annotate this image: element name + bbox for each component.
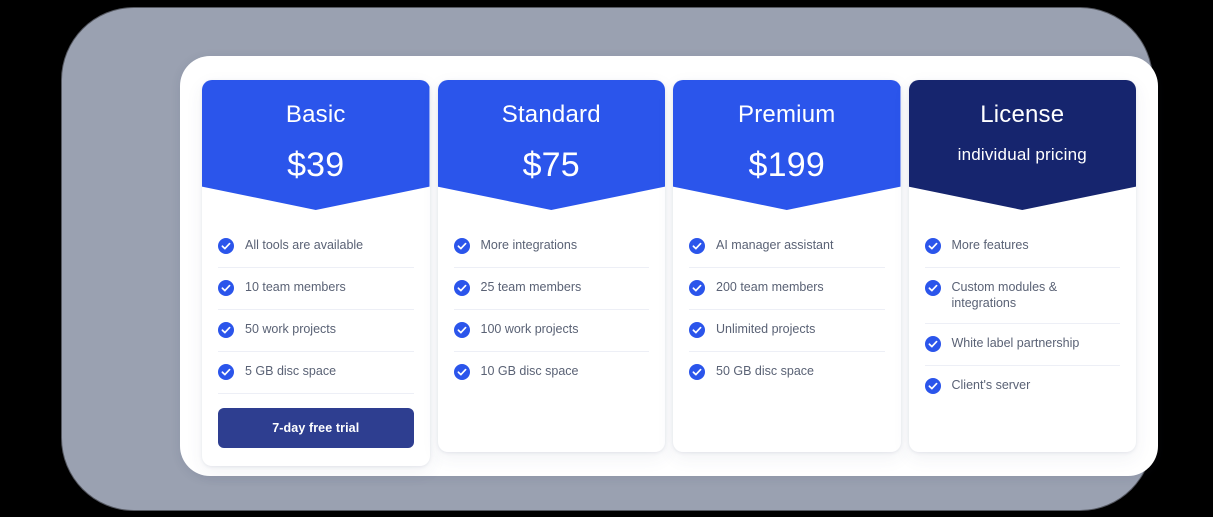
- plan-card-standard[interactable]: Standard $75 More integrations 25 team memb…: [437, 80, 666, 452]
- feature-label: 50 work projects: [245, 322, 337, 336]
- feature-item: More features: [924, 226, 1120, 268]
- plan-price: $39: [287, 146, 345, 184]
- feature-item: White label partnership: [924, 324, 1120, 366]
- plan-cta-container: 7-day free trial: [202, 394, 430, 466]
- check-circle-icon: [689, 238, 705, 254]
- plan-feature-list: More features Custom modules & integratio…: [909, 210, 1137, 452]
- check-circle-icon: [689, 280, 705, 296]
- feature-label: Custom modules & integrations: [951, 280, 1058, 310]
- plan-name: Premium: [738, 101, 836, 128]
- plan-header: Basic $39: [202, 80, 430, 210]
- check-circle-icon: [924, 336, 941, 352]
- check-circle-icon: [218, 238, 234, 254]
- plan-price: individual pricing: [957, 145, 1087, 164]
- device-frame: Basic $39 All tools are available 10 team m…: [62, 8, 1158, 510]
- feature-label: 200 team members: [716, 280, 824, 294]
- feature-label: 5 GB disc space: [245, 364, 337, 378]
- check-circle-icon: [453, 238, 470, 254]
- check-circle-icon: [218, 322, 234, 338]
- plan-card-premium[interactable]: Premium $199 AI manager assistant 200 team …: [673, 80, 901, 452]
- feature-label: All tools are available: [245, 238, 364, 252]
- check-circle-icon: [453, 364, 470, 380]
- feature-item: 25 team members: [453, 268, 649, 310]
- feature-item: More integrations: [453, 226, 649, 268]
- plan-price: $199: [748, 146, 825, 184]
- check-circle-icon: [218, 364, 234, 380]
- feature-label: More features: [951, 238, 1029, 252]
- feature-item: 200 team members: [689, 268, 885, 310]
- feature-label: Client's server: [951, 378, 1031, 392]
- plan-price: $75: [522, 146, 580, 184]
- feature-item: All tools are available: [218, 226, 414, 268]
- check-circle-icon: [453, 280, 470, 296]
- feature-label: 100 work projects: [480, 322, 579, 336]
- feature-label: 10 team members: [245, 280, 346, 294]
- free-trial-button[interactable]: 7-day free trial: [218, 408, 414, 448]
- check-circle-icon: [924, 280, 941, 296]
- plan-feature-list: More integrations 25 team members 100 work…: [438, 210, 666, 452]
- feature-label: 50 GB disc space: [716, 364, 814, 378]
- plan-card-basic[interactable]: Basic $39 All tools are available 10 team m…: [202, 80, 430, 466]
- feature-item: 50 GB disc space: [689, 352, 885, 394]
- check-circle-icon: [924, 238, 941, 254]
- plan-feature-list: AI manager assistant 200 team members Unli…: [673, 210, 901, 452]
- feature-item: Client's server: [924, 366, 1121, 408]
- feature-item: AI manager assistant: [689, 226, 885, 268]
- plan-name: License: [980, 101, 1065, 128]
- feature-item: Custom modules & integrations: [924, 268, 1120, 324]
- plan-name: Standard: [501, 101, 601, 128]
- feature-label: AI manager assistant: [716, 238, 834, 252]
- feature-item: 10 team members: [218, 268, 414, 310]
- plan-header: Standard $75: [437, 80, 665, 210]
- pricing-panel: Basic $39 All tools are available 10 team m…: [180, 56, 1158, 476]
- plan-header: License individual pricing: [908, 80, 1136, 210]
- plan-name: Basic: [285, 101, 346, 128]
- plan-header: Premium $199: [673, 80, 901, 210]
- feature-label: More integrations: [480, 238, 578, 252]
- feature-item: Unlimited projects: [689, 310, 885, 352]
- feature-item: 100 work projects: [453, 310, 649, 352]
- check-circle-icon: [218, 280, 234, 296]
- check-circle-icon: [453, 322, 470, 338]
- screenshot-stage: Basic $39 All tools are available 10 team m…: [0, 0, 1213, 517]
- check-circle-icon: [689, 322, 705, 338]
- plan-card-license[interactable]: License individual pricing More features Cu…: [908, 80, 1137, 452]
- plan-feature-list: All tools are available 10 team members 50…: [202, 210, 430, 394]
- check-circle-icon: [924, 378, 941, 394]
- feature-item: 10 GB disc space: [453, 352, 650, 394]
- feature-label: 10 GB disc space: [480, 364, 579, 378]
- feature-item: 5 GB disc space: [218, 352, 414, 394]
- feature-label: Unlimited projects: [716, 322, 816, 336]
- feature-label: White label partnership: [951, 336, 1080, 350]
- feature-item: 50 work projects: [218, 310, 414, 352]
- check-circle-icon: [689, 364, 705, 380]
- feature-label: 25 team members: [480, 280, 582, 294]
